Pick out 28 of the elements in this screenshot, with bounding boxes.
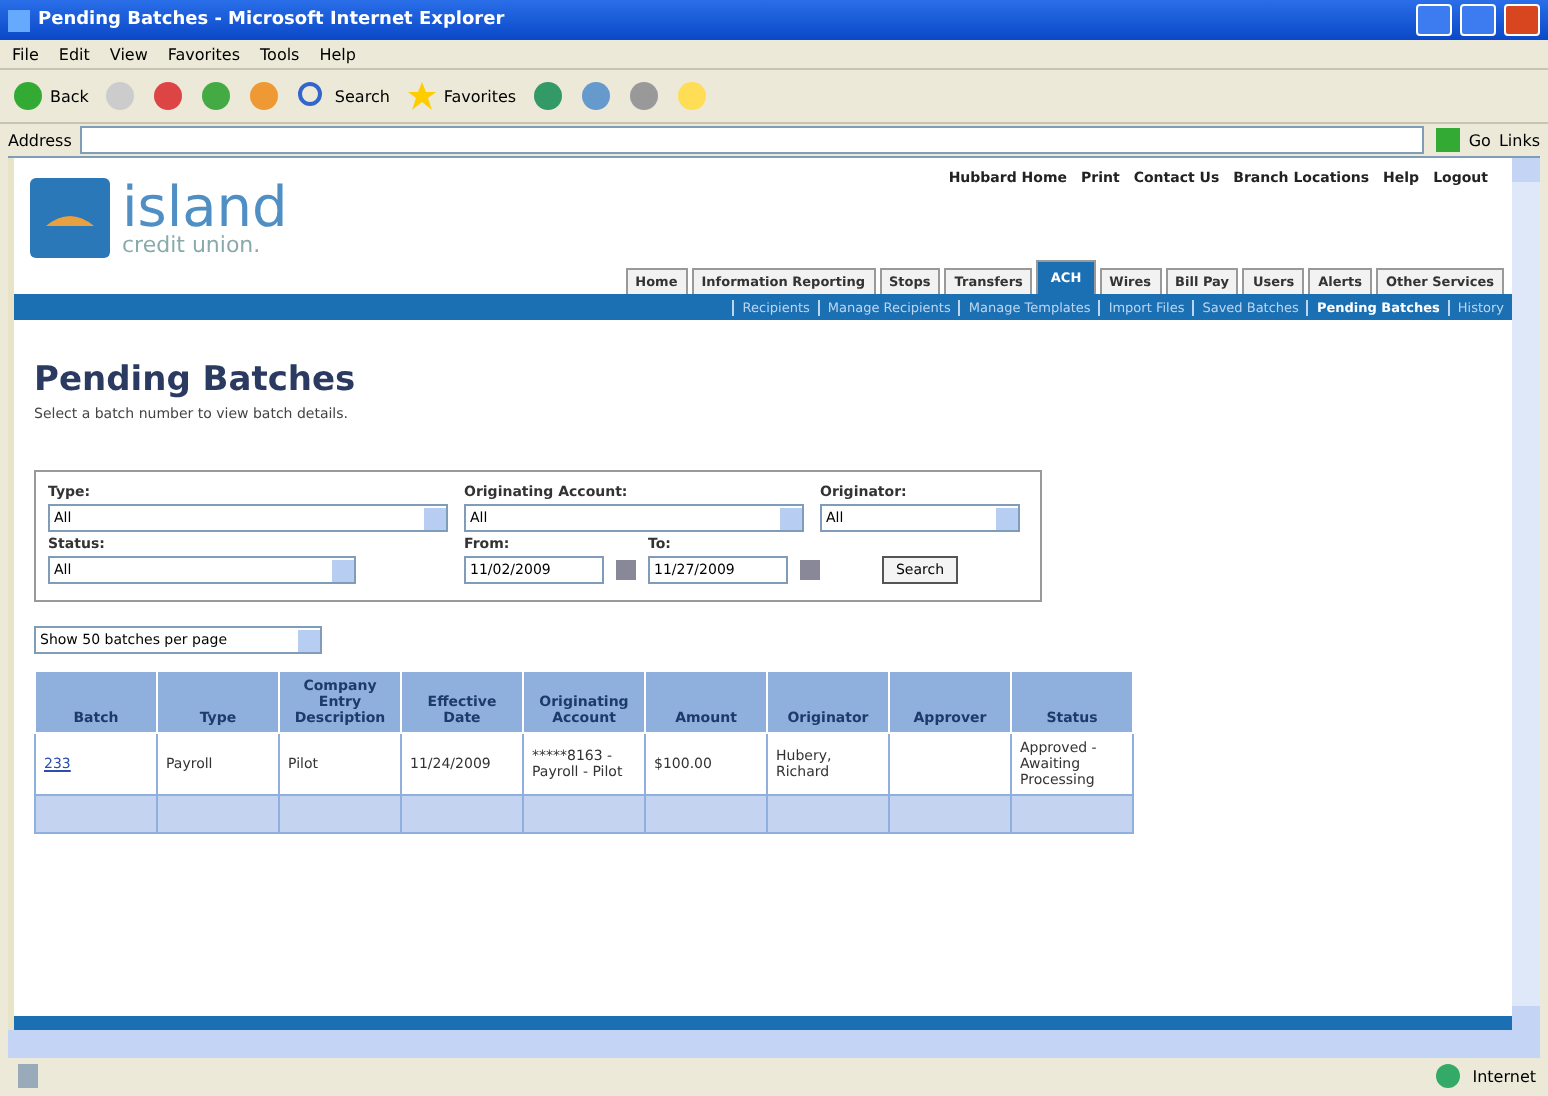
scrollbar[interactable] bbox=[1512, 158, 1540, 1030]
page-title: Pending Batches bbox=[34, 360, 358, 400]
go-button[interactable]: Go bbox=[1432, 124, 1491, 156]
menu-item[interactable]: View bbox=[109, 45, 148, 63]
zone-label: Internet bbox=[1472, 1067, 1536, 1085]
menu-item[interactable]: File bbox=[12, 45, 39, 63]
address-field[interactable] bbox=[79, 126, 1425, 154]
menu-item[interactable]: Tools bbox=[260, 45, 300, 63]
star-icon bbox=[405, 80, 438, 112]
go-icon bbox=[1432, 124, 1465, 156]
browser-icon bbox=[8, 9, 30, 31]
menu-item[interactable]: Favorites bbox=[167, 45, 241, 63]
menu-item[interactable]: Help bbox=[319, 45, 356, 63]
back-button[interactable]: Back bbox=[12, 80, 89, 112]
page-icon bbox=[12, 1060, 44, 1092]
scrollbar[interactable] bbox=[8, 1030, 1540, 1058]
window-title: Pending Batches - Microsoft Internet Explorer bbox=[38, 10, 507, 30]
address-label: Address bbox=[8, 131, 72, 149]
logo-subtitle: credit union. bbox=[122, 233, 263, 255]
close-button[interactable] bbox=[1504, 4, 1540, 36]
links-label[interactable]: Links bbox=[1498, 131, 1540, 149]
logo-icon bbox=[30, 178, 110, 258]
maximize-button[interactable] bbox=[1460, 4, 1496, 36]
favorites-button[interactable]: Favorites bbox=[405, 80, 517, 112]
logo-text: island bbox=[122, 181, 288, 233]
minimize-button[interactable] bbox=[1416, 4, 1452, 36]
menu-item[interactable]: Edit bbox=[58, 45, 90, 63]
search-button[interactable]: Search bbox=[296, 80, 390, 112]
